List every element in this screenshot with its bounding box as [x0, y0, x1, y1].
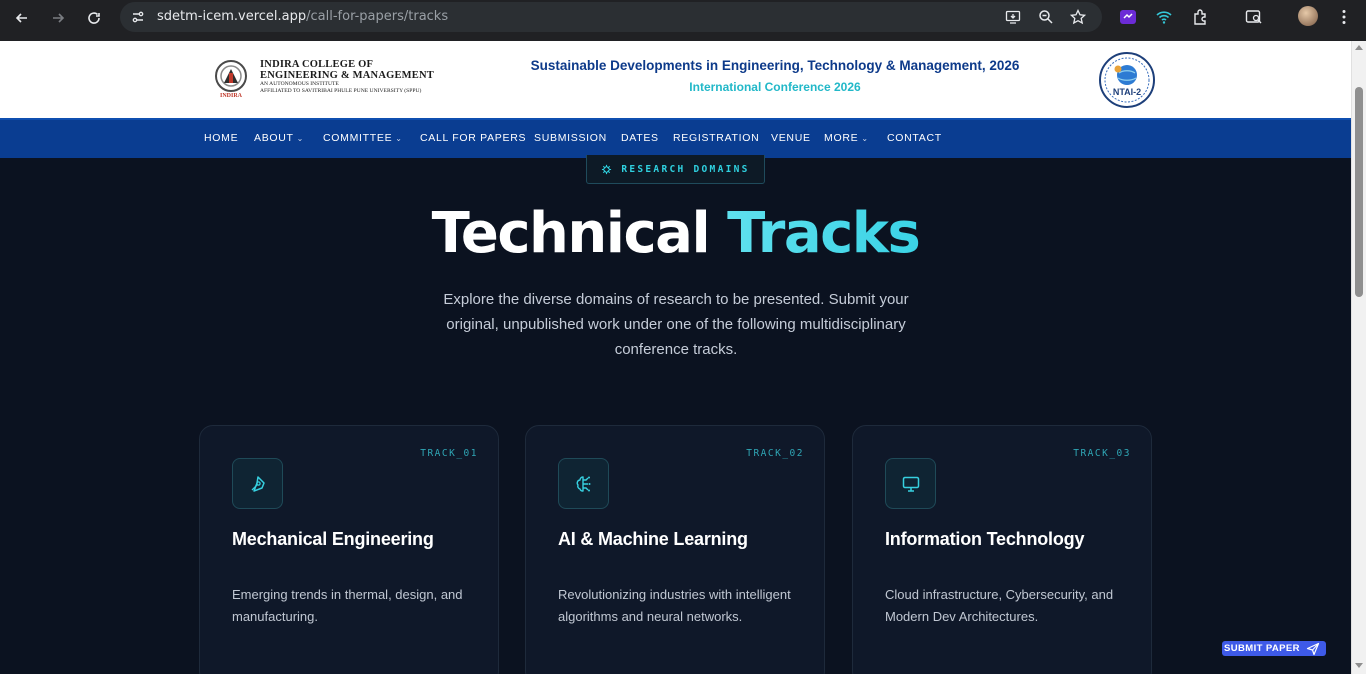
url-host: sdetm-icem.vercel.app	[157, 9, 307, 24]
site-settings-icon[interactable]	[130, 9, 146, 25]
nav-home-label: HOME	[204, 132, 239, 144]
track-card-it[interactable]: TRACK_03 Information Technology Cloud in…	[852, 425, 1152, 674]
reload-button[interactable]	[80, 4, 108, 32]
zoom-icon[interactable]	[1038, 9, 1054, 25]
nav-committee[interactable]: COMMITTEE ⌄	[323, 132, 403, 144]
college-name-line1: INDIRA COLLEGE OF	[260, 59, 374, 70]
nav-more[interactable]: MORE ⌄	[824, 132, 869, 144]
monitor-icon	[902, 476, 919, 492]
college-affiliation: AFFILIATED TO SAVITRIBAI PHULE PUNE UNIV…	[260, 88, 422, 94]
profile-avatar[interactable]	[1298, 6, 1318, 26]
nav-registration-label: REGISTRATION	[673, 132, 760, 144]
nav-call-for-papers[interactable]: CALL FOR PAPERS	[420, 132, 526, 144]
install-app-icon[interactable]	[1005, 9, 1021, 25]
title-accent: Tracks	[727, 201, 921, 266]
nav-call-for-papers-label: CALL FOR PAPERS	[420, 132, 527, 144]
nav-contact-label: CONTACT	[887, 132, 942, 144]
nav-about-label: ABOUT	[254, 132, 294, 144]
wifi-extension-icon[interactable]	[1155, 8, 1173, 26]
badge-text: RESEARCH DOMAINS	[621, 163, 750, 175]
track-title: Information Technology	[885, 529, 1085, 549]
track-id: TRACK_03	[1073, 448, 1131, 459]
scroll-down-arrow[interactable]	[1355, 663, 1363, 668]
ntai-label: NTAI-2	[1113, 87, 1141, 97]
site-header: INDIRA INDIRA COLLEGE OF ENGINEERING & M…	[0, 41, 1351, 118]
research-domains-badge: RESEARCH DOMAINS	[586, 155, 765, 184]
track-description: Cloud infrastructure, Cybersecurity, and…	[885, 587, 1114, 624]
ntai-logo[interactable]: NTAI-2	[1098, 51, 1156, 109]
page-description: Explore the diverse domains of research …	[443, 291, 909, 358]
url-text: sdetm-icem.vercel.app/call-for-papers/tr…	[157, 9, 448, 24]
nav-dates-label: DATES	[621, 132, 659, 144]
extensions-puzzle-icon[interactable]	[1192, 8, 1210, 26]
back-button[interactable]	[8, 4, 36, 32]
nav-registration[interactable]: REGISTRATION	[673, 132, 759, 144]
submit-paper-label: SUBMIT PAPER	[1224, 643, 1300, 654]
nav-more-label: MORE	[824, 132, 859, 144]
page-viewport: INDIRA INDIRA COLLEGE OF ENGINEERING & M…	[0, 41, 1351, 674]
browser-toolbar: sdetm-icem.vercel.app/call-for-papers/tr…	[0, 0, 1366, 41]
nav-committee-label: COMMITTEE	[323, 132, 393, 144]
college-autonomous: AN AUTONOMOUS INSTITUTE	[260, 81, 339, 87]
track-icon-box	[232, 458, 283, 509]
pen-tool-icon	[251, 475, 265, 492]
nav-venue[interactable]: VENUE	[771, 132, 811, 144]
address-bar[interactable]: sdetm-icem.vercel.app/call-for-papers/tr…	[120, 2, 1102, 32]
sparkle-icon	[602, 164, 612, 174]
submit-paper-button[interactable]: SUBMIT PAPER	[1222, 641, 1326, 656]
track-title: AI & Machine Learning	[558, 529, 748, 549]
nav-dates[interactable]: DATES	[621, 132, 659, 144]
main-navigation: HOME ABOUT ⌄ COMMITTEE ⌄ CALL FOR PAPERS S…	[0, 118, 1351, 158]
send-icon	[1306, 642, 1319, 655]
page-title: Technical Tracks	[0, 201, 1351, 266]
nav-submission-label: SUBMISSION	[534, 132, 607, 144]
track-card-mechanical[interactable]: TRACK_01 Mechanical Engineering Emerging…	[199, 425, 499, 674]
chevron-down-icon: ⌄	[395, 133, 403, 143]
nav-submission[interactable]: SUBMISSION	[534, 132, 607, 144]
logo-caption: INDIRA	[220, 93, 243, 99]
forward-button[interactable]	[44, 4, 72, 32]
page-scrollbar[interactable]	[1351, 41, 1366, 674]
track-card-ai-ml[interactable]: TRACK_02 AI & Machine Learning Revolutio…	[525, 425, 825, 674]
nav-venue-label: VENUE	[771, 132, 811, 144]
url-path: /call-for-papers/tracks	[306, 9, 449, 24]
chevron-down-icon: ⌄	[296, 133, 305, 143]
nav-about[interactable]: ABOUT ⌄	[254, 132, 304, 144]
reload-icon	[88, 12, 100, 24]
track-id: TRACK_02	[746, 448, 804, 459]
scrollbar-thumb[interactable]	[1355, 87, 1363, 297]
college-name-line2: ENGINEERING & MANAGEMENT	[260, 70, 434, 81]
track-icon-box	[558, 458, 609, 509]
conference-title: Sustainable Developments in Engineering,…	[530, 58, 1020, 73]
track-description: Revolutionizing industries with intellig…	[558, 587, 791, 624]
track-description: Emerging trends in thermal, design, and …	[232, 587, 463, 624]
conference-subtitle: International Conference 2026	[689, 80, 861, 94]
extension-purple-icon[interactable]	[1119, 8, 1137, 26]
track-title: Mechanical Engineering	[232, 529, 434, 549]
chevron-down-icon: ⌄	[861, 133, 869, 143]
title-main: Technical	[431, 201, 711, 266]
track-icon-box	[885, 458, 936, 509]
brain-circuit-icon	[576, 475, 590, 492]
nav-contact[interactable]: CONTACT	[887, 132, 942, 144]
college-logo[interactable]: INDIRA	[212, 59, 250, 99]
tab-search-icon[interactable]	[1245, 8, 1263, 26]
bookmark-star-icon[interactable]	[1070, 9, 1086, 25]
nav-home[interactable]: HOME	[204, 132, 238, 144]
menu-kebab-icon[interactable]	[1335, 8, 1353, 26]
arrow-right-icon	[53, 13, 65, 23]
college-name: INDIRA COLLEGE OF ENGINEERING & MANAGEME…	[260, 59, 434, 95]
arrow-left-icon	[15, 13, 27, 23]
track-id: TRACK_01	[420, 448, 478, 459]
scroll-up-arrow[interactable]	[1355, 45, 1363, 50]
